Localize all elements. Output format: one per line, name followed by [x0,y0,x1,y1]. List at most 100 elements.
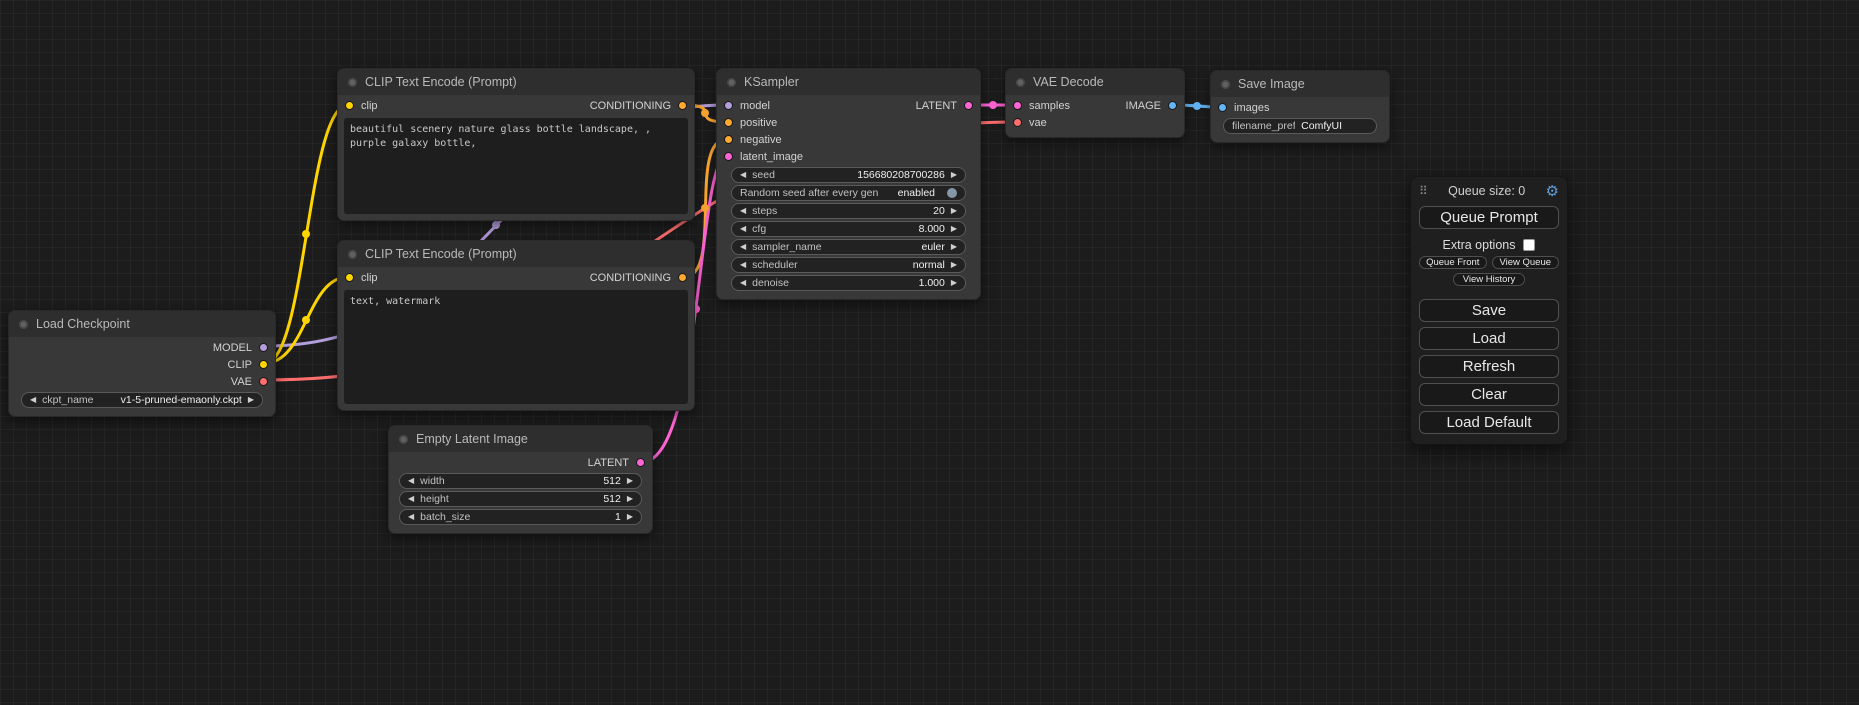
link-midpoint-dot[interactable] [492,221,500,229]
latent-image-input-port[interactable] [724,152,733,161]
link-midpoint-dot[interactable] [989,101,997,109]
latent-output-port[interactable] [636,458,645,467]
node-collapse-dot[interactable] [19,320,28,329]
node-vae-decode[interactable]: VAE Decode samples IMAGE vae [1005,68,1185,138]
link-midpoint-dot[interactable] [1193,102,1201,110]
io-row-clip-conditioning: clip CONDITIONING [338,269,694,286]
right-arrow-icon[interactable]: ▶ [951,261,957,269]
positive-input-port[interactable] [724,118,733,127]
node-load-checkpoint[interactable]: Load Checkpoint MODEL CLIP VAE [8,310,276,417]
left-arrow-icon[interactable]: ◀ [740,279,746,287]
clear-button[interactable]: Clear [1419,383,1559,406]
model-input-port[interactable] [724,101,733,110]
right-arrow-icon[interactable]: ▶ [627,513,633,521]
filename-prefix-widget[interactable]: filename_prefix ComfyUI [1223,118,1377,134]
scheduler-widget[interactable]: ◀ scheduler normal ▶ [731,257,966,273]
clip-input-port[interactable] [345,273,354,282]
right-arrow-icon[interactable]: ▶ [951,171,957,179]
node-collapse-dot[interactable] [348,78,357,87]
vae-input-port[interactable] [1013,118,1022,127]
node-save-image[interactable]: Save Image images filename_prefix ComfyU… [1210,70,1390,143]
node-graph-canvas[interactable]: Load Checkpoint MODEL CLIP VAE [0,0,1859,705]
images-input-port[interactable] [1218,103,1227,112]
conditioning-output-port[interactable] [678,101,687,110]
queue-prompt-button[interactable]: Queue Prompt [1419,206,1559,229]
link-midpoint-dot[interactable] [302,316,310,324]
width-widget[interactable]: ◀ width 512 ▶ [399,473,642,489]
node-ksampler[interactable]: KSampler model LATENT positive [716,68,981,300]
node-collapse-dot[interactable] [1221,80,1230,89]
save-button[interactable]: Save [1419,299,1559,322]
steps-widget[interactable]: ◀ steps 20 ▶ [731,203,966,219]
negative-input-port[interactable] [724,135,733,144]
view-history-button[interactable]: View History [1453,273,1525,286]
right-arrow-icon[interactable]: ▶ [951,225,957,233]
clip-output-port[interactable] [259,360,268,369]
samples-input-port[interactable] [1013,101,1022,110]
link-midpoint-dot[interactable] [701,204,709,212]
link-midpoint-dot[interactable] [302,230,310,238]
node-collapse-dot[interactable] [1016,78,1025,87]
ckpt-name-widget[interactable]: ◀ ckpt_name v1-5-pruned-emaonly.ckpt ▶ [21,392,263,408]
right-arrow-icon[interactable]: ▶ [951,243,957,251]
positive-prompt-textarea[interactable]: beautiful scenery nature glass bottle la… [344,118,688,214]
random-seed-widget[interactable]: Random seed after every gen enabled [731,185,966,201]
left-arrow-icon[interactable]: ◀ [740,243,746,251]
load-default-button[interactable]: Load Default [1419,411,1559,434]
left-arrow-icon[interactable]: ◀ [30,396,36,404]
cfg-widget[interactable]: ◀ cfg 8.000 ▶ [731,221,966,237]
node-title-bar[interactable]: VAE Decode [1006,69,1184,95]
left-arrow-icon[interactable]: ◀ [740,225,746,233]
link-midpoint-dot[interactable] [701,109,709,117]
node-collapse-dot[interactable] [399,435,408,444]
denoise-widget[interactable]: ◀ denoise 1.000 ▶ [731,275,966,291]
seed-widget[interactable]: ◀ seed 156680208700286 ▶ [731,167,966,183]
node-title-bar[interactable]: CLIP Text Encode (Prompt) [338,241,694,267]
height-widget[interactable]: ◀ height 512 ▶ [399,491,642,507]
node-clip-text-encode-positive[interactable]: CLIP Text Encode (Prompt) clip CONDITION… [337,68,695,221]
queue-front-button[interactable]: Queue Front [1419,256,1487,269]
right-arrow-icon[interactable]: ▶ [951,279,957,287]
output-label-conditioning: CONDITIONING [590,272,671,284]
node-clip-text-encode-negative[interactable]: CLIP Text Encode (Prompt) clip CONDITION… [337,240,695,411]
node-collapse-dot[interactable] [348,250,357,259]
view-queue-button[interactable]: View Queue [1492,256,1560,269]
node-title-bar[interactable]: Empty Latent Image [389,426,652,452]
clip-input-port[interactable] [345,101,354,110]
settings-gear-icon[interactable]: ⚙ [1546,184,1559,199]
left-arrow-icon[interactable]: ◀ [740,171,746,179]
wire-clip-to-negative[interactable] [265,277,348,363]
vae-output-port[interactable] [259,377,268,386]
extra-options-checkbox[interactable] [1523,239,1535,251]
node-title-bar[interactable]: Load Checkpoint [9,311,275,337]
node-title-bar[interactable]: CLIP Text Encode (Prompt) [338,69,694,95]
input-label-latent-image: latent_image [740,151,803,163]
right-arrow-icon[interactable]: ▶ [951,207,957,215]
conditioning-output-port[interactable] [678,273,687,282]
right-arrow-icon[interactable]: ▶ [627,477,633,485]
left-arrow-icon[interactable]: ◀ [740,261,746,269]
random-seed-toggle[interactable] [947,188,957,198]
sampler-name-widget[interactable]: ◀ sampler_name euler ▶ [731,239,966,255]
node-collapse-dot[interactable] [727,78,736,87]
wire-clip-to-positive[interactable] [265,105,348,363]
node-title-bar[interactable]: Save Image [1211,71,1389,97]
load-button[interactable]: Load [1419,327,1559,350]
batch-size-widget[interactable]: ◀ batch_size 1 ▶ [399,509,642,525]
model-output-port[interactable] [259,343,268,352]
left-arrow-icon[interactable]: ◀ [408,513,414,521]
left-arrow-icon[interactable]: ◀ [740,207,746,215]
image-output-port[interactable] [1168,101,1177,110]
refresh-button[interactable]: Refresh [1419,355,1559,378]
latent-output-port[interactable] [964,101,973,110]
left-arrow-icon[interactable]: ◀ [408,495,414,503]
node-title-bar[interactable]: KSampler [717,69,980,95]
node-title: CLIP Text Encode (Prompt) [365,75,517,89]
right-arrow-icon[interactable]: ▶ [248,396,254,404]
node-empty-latent-image[interactable]: Empty Latent Image LATENT ◀ width 512 ▶ … [388,425,653,534]
drag-handle-icon[interactable]: ⠿ [1419,184,1428,198]
input-label-clip: clip [361,272,378,284]
right-arrow-icon[interactable]: ▶ [627,495,633,503]
left-arrow-icon[interactable]: ◀ [408,477,414,485]
negative-prompt-textarea[interactable]: text, watermark [344,290,688,404]
